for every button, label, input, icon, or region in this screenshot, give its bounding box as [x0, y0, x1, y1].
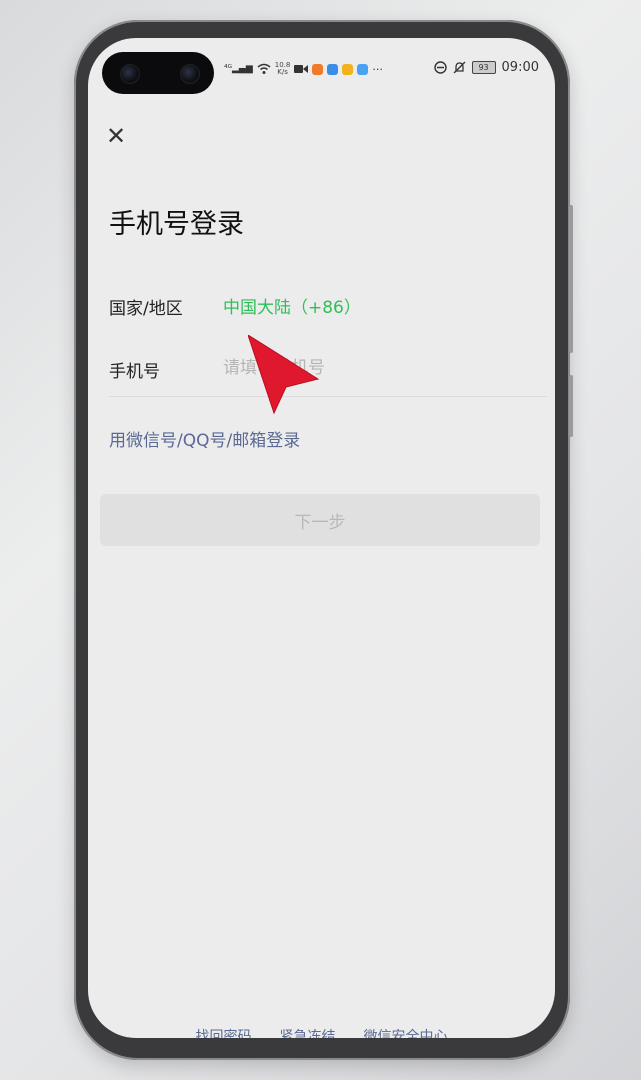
status-bar-right: 93 09:00 [433, 60, 539, 75]
status-bar-left: ⁴ᴳ▂▄▆ 10.8 K/s ··· [224, 62, 383, 76]
close-button[interactable]: ✕ [102, 122, 130, 150]
next-button[interactable]: 下一步 [100, 494, 540, 546]
recover-password-link[interactable]: 找回密码 [196, 1026, 252, 1038]
phone-screen: ⁴ᴳ▂▄▆ 10.8 K/s ··· 93 09:00 ✕ 手机号登录 国家/地… [88, 38, 555, 1038]
volume-button [569, 205, 573, 353]
camera-lens [180, 64, 200, 84]
wifi-icon [257, 63, 271, 74]
security-center-link[interactable]: 微信安全中心 [364, 1026, 448, 1038]
country-label: 国家/地区 [109, 299, 183, 319]
phone-frame: ⁴ᴳ▂▄▆ 10.8 K/s ··· 93 09:00 ✕ 手机号登录 国家/地… [74, 20, 573, 1060]
more-notifications-icon: ··· [372, 62, 383, 76]
footer-links: 找回密码 紧急冻结 微信安全中心 [88, 1026, 555, 1038]
network-speed: 10.8 K/s [275, 62, 291, 76]
mute-bell-icon [453, 61, 465, 74]
notification-app-icon [357, 63, 369, 75]
signal-icon: ⁴ᴳ▂▄▆ [224, 64, 253, 74]
close-icon: ✕ [105, 122, 127, 150]
front-camera-cutout [102, 52, 214, 94]
notification-app-icon [327, 63, 339, 75]
power-button [569, 375, 573, 437]
emergency-freeze-link[interactable]: 紧急冻结 [280, 1026, 336, 1038]
network-speed-unit: K/s [277, 68, 288, 76]
phone-label: 手机号 [109, 362, 160, 382]
video-call-icon [294, 65, 309, 73]
alt-login-link[interactable]: 用微信号/QQ号/邮箱登录 [109, 426, 300, 451]
page-title: 手机号登录 [109, 209, 244, 240]
battery-icon: 93 [471, 61, 496, 74]
camera-lens [120, 64, 140, 84]
notification-app-icon [312, 63, 324, 75]
country-selector[interactable]: 中国大陆（+86） [223, 293, 361, 318]
cursor-arrow-icon [248, 335, 320, 415]
dnd-icon [433, 61, 447, 74]
notification-app-icon [342, 63, 354, 75]
divider [109, 396, 547, 397]
clock: 09:00 [501, 60, 539, 75]
